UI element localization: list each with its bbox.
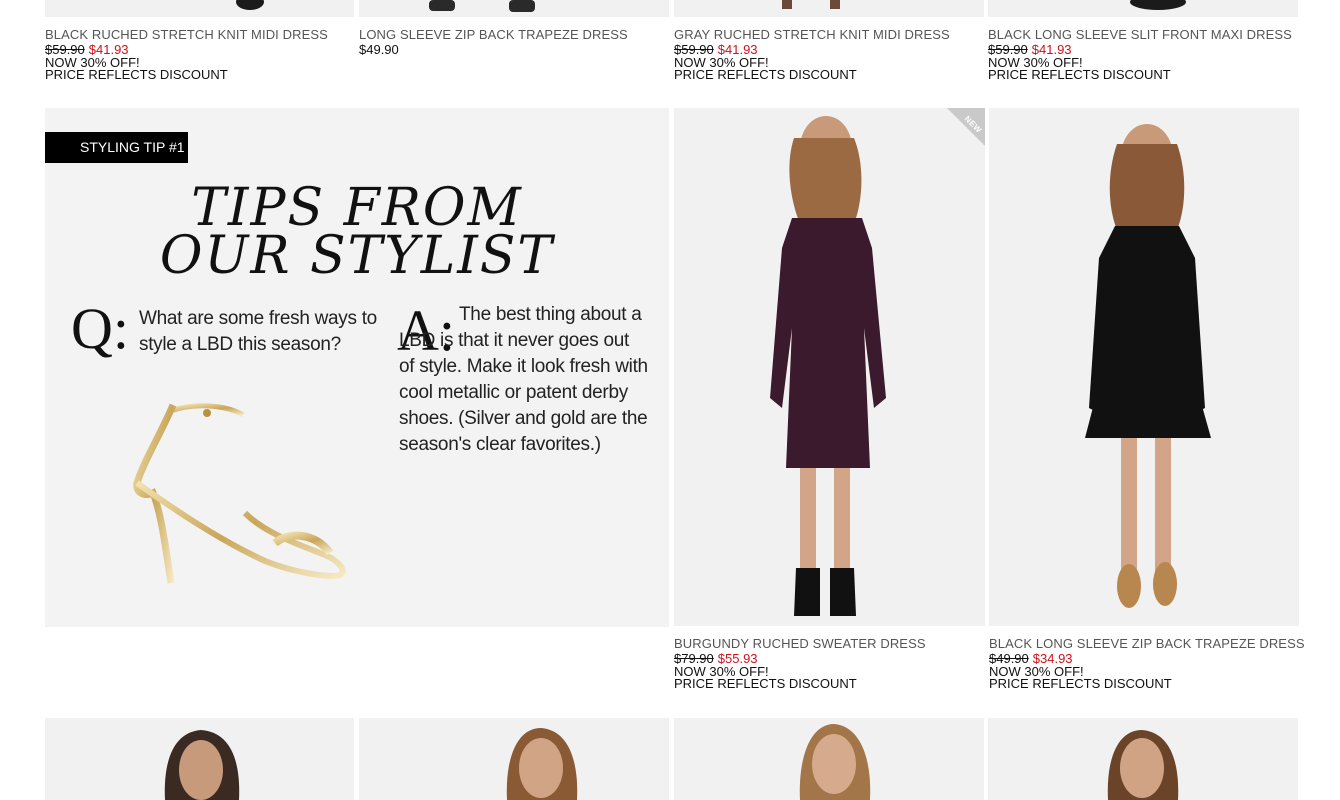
- product-info: LONG SLEEVE ZIP BACK TRAPEZE DRESS $49.9…: [359, 28, 671, 57]
- product-info: BLACK LONG SLEEVE SLIT FRONT MAXI DRESS …: [988, 28, 1300, 82]
- styling-tip-banner: STYLING TIP #1 TIPS FROM OUR STYLIST Q: …: [45, 108, 669, 627]
- product-image-bottom-4[interactable]: [988, 718, 1298, 800]
- question-text: What are some fresh ways to style a LBD …: [139, 308, 377, 355]
- product-info: BURGUNDY RUCHED SWEATER DRESS $79.90 $55.…: [674, 637, 986, 691]
- new-badge: NEW: [947, 108, 985, 146]
- gold-sandal-illustration: [133, 403, 346, 584]
- product-name-link[interactable]: BLACK LONG SLEEVE SLIT FRONT MAXI DRESS: [988, 28, 1300, 42]
- model-photo: [1107, 730, 1179, 800]
- tip-heading-line1: TIPS FROM: [191, 178, 523, 238]
- question-letter: Q:: [71, 296, 129, 361]
- product-image-bottom-3[interactable]: [674, 718, 984, 800]
- product-image-bottom-1[interactable]: [45, 718, 354, 800]
- product-image-black-ruched-midi[interactable]: [45, 0, 354, 17]
- discount-note: PRICE REFLECTS DISCOUNT: [674, 67, 857, 82]
- product-photo: [1130, 0, 1186, 10]
- product-image-black-zip-back-trapeze[interactable]: [989, 108, 1299, 626]
- product-photo: [429, 0, 535, 12]
- model-photo: [799, 724, 871, 800]
- product-image-bottom-2[interactable]: [359, 718, 669, 800]
- model-photo: [506, 728, 578, 800]
- product-name-link[interactable]: BURGUNDY RUCHED SWEATER DRESS: [674, 637, 986, 651]
- discount-note: PRICE REFLECTS DISCOUNT: [674, 676, 857, 691]
- product-name-link[interactable]: LONG SLEEVE ZIP BACK TRAPEZE DRESS: [359, 28, 671, 42]
- product-image-burgundy-sweater-dress[interactable]: NEW: [674, 108, 985, 626]
- product-photo: [236, 0, 264, 10]
- tip-heading-line2: OUR STYLIST: [159, 226, 555, 286]
- product-name-link[interactable]: BLACK LONG SLEEVE ZIP BACK TRAPEZE DRESS: [989, 637, 1319, 651]
- new-badge-label: NEW: [962, 114, 984, 135]
- product-name-link[interactable]: GRAY RUCHED STRETCH KNIT MIDI DRESS: [674, 28, 986, 42]
- discount-note: PRICE REFLECTS DISCOUNT: [988, 67, 1171, 82]
- product-info: BLACK RUCHED STRETCH KNIT MIDI DRESS $59…: [45, 28, 357, 82]
- product-name-link[interactable]: BLACK RUCHED STRETCH KNIT MIDI DRESS: [45, 28, 357, 42]
- answer-text: The best thing about a LBD is that it ne…: [399, 304, 648, 455]
- product-image-slit-front-maxi[interactable]: [988, 0, 1298, 17]
- product-image-gray-ruched-midi[interactable]: [674, 0, 984, 17]
- model-photo: [1085, 124, 1211, 608]
- model-photo: [770, 116, 886, 616]
- product-photo: [782, 0, 840, 9]
- product-image-zip-back-trapeze[interactable]: [359, 0, 669, 17]
- product-info: BLACK LONG SLEEVE ZIP BACK TRAPEZE DRESS…: [989, 637, 1319, 691]
- styling-tip-badge: STYLING TIP #1: [45, 132, 188, 163]
- price-line: $49.90: [359, 43, 671, 57]
- discount-note: PRICE REFLECTS DISCOUNT: [989, 676, 1172, 691]
- price: $49.90: [359, 42, 399, 57]
- product-info: GRAY RUCHED STRETCH KNIT MIDI DRESS $59.…: [674, 28, 986, 82]
- model-photo: [164, 730, 240, 800]
- discount-note: PRICE REFLECTS DISCOUNT: [45, 67, 228, 82]
